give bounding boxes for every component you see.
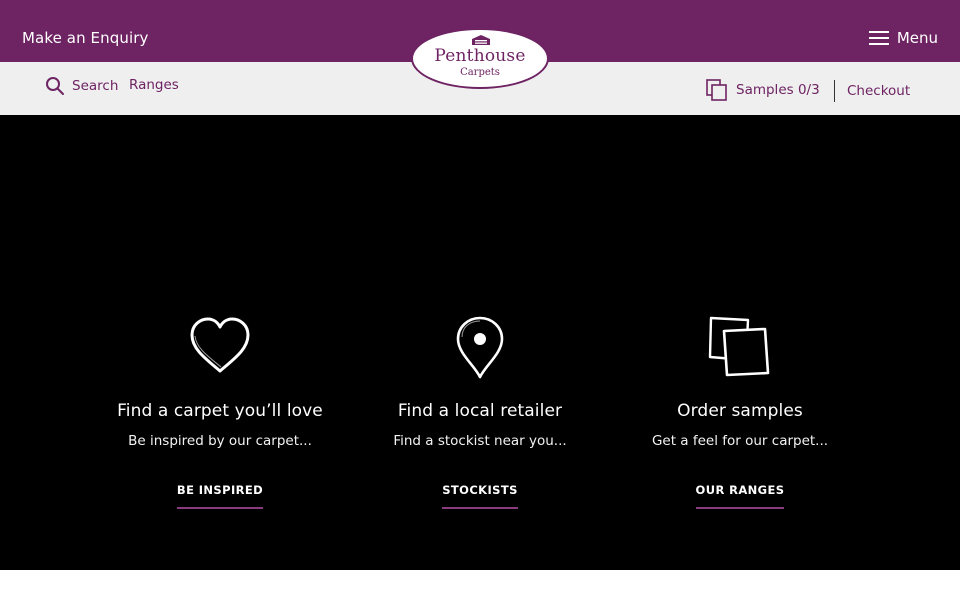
feature-text: Get a feel for our carpet... bbox=[651, 433, 829, 449]
map-pin-icon bbox=[350, 315, 610, 381]
feature-text: Be inspired by our carpet... bbox=[128, 433, 312, 449]
be-inspired-link[interactable]: BE INSPIRED bbox=[176, 483, 264, 509]
heart-icon bbox=[90, 315, 350, 381]
feature-title: Order samples bbox=[677, 401, 803, 421]
logo-subtitle: Carpets bbox=[460, 67, 500, 78]
search-label: Search bbox=[72, 78, 119, 94]
feature-title: Find a carpet you’ll love bbox=[117, 401, 323, 421]
hero-section: Find a carpet you’ll love Be inspired by… bbox=[0, 115, 960, 570]
samples-icon bbox=[610, 315, 870, 381]
hamburger-icon bbox=[868, 31, 889, 45]
ranges-link[interactable]: Ranges bbox=[129, 77, 179, 93]
menu-button[interactable]: Menu bbox=[868, 29, 938, 47]
menu-label: Menu bbox=[896, 29, 938, 47]
feature-order-samples: Order samples Get a feel for our carpet.… bbox=[610, 315, 870, 509]
checkout-link[interactable]: Checkout bbox=[847, 83, 910, 99]
feature-find-retailer: Find a local retailer Find a stockist ne… bbox=[350, 315, 610, 509]
logo-name: Penthouse bbox=[434, 46, 526, 66]
penthouse-logo[interactable]: Penthouse Carpets bbox=[411, 28, 549, 89]
search-icon bbox=[46, 77, 64, 95]
feature-find-carpet: Find a carpet you’ll love Be inspired by… bbox=[90, 315, 350, 509]
feature-text: Find a stockist near you... bbox=[393, 433, 567, 449]
stockists-link[interactable]: STOCKISTS bbox=[442, 483, 518, 509]
samples-count-label: Samples 0/3 bbox=[736, 82, 820, 98]
samples-basket-icon bbox=[706, 79, 727, 101]
subbar-divider bbox=[834, 80, 835, 102]
our-ranges-link[interactable]: OUR RANGES bbox=[695, 483, 785, 509]
samples-basket-link[interactable]: Samples 0/3 bbox=[706, 79, 820, 101]
make-enquiry-link[interactable]: Make an Enquiry bbox=[22, 29, 148, 47]
feature-title: Find a local retailer bbox=[397, 401, 563, 421]
logo-roof-icon bbox=[472, 35, 490, 45]
search-button[interactable]: Search bbox=[45, 76, 118, 96]
